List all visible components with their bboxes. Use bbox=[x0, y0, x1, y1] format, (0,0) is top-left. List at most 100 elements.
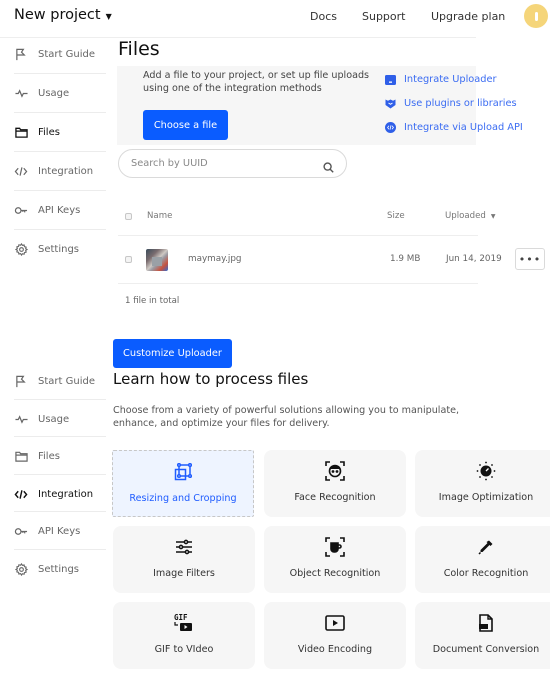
sidebar-item-label: Integration bbox=[38, 488, 94, 500]
api-icon bbox=[385, 122, 396, 133]
sidebar-item-settings[interactable]: Settings bbox=[14, 550, 106, 588]
file-name[interactable]: maymay.jpg bbox=[188, 254, 242, 264]
sidebar-item-integration[interactable]: Integration bbox=[14, 475, 106, 513]
select-all-checkbox[interactable] bbox=[125, 213, 132, 220]
choose-file-button[interactable]: Choose a file bbox=[143, 110, 228, 140]
gear-icon bbox=[14, 562, 28, 576]
gif-video-icon: GIF bbox=[113, 613, 255, 633]
code-icon bbox=[14, 487, 28, 501]
column-header-size[interactable]: Size bbox=[387, 211, 405, 221]
row-checkbox[interactable] bbox=[125, 256, 132, 263]
flag-icon bbox=[14, 47, 28, 61]
search-input[interactable] bbox=[131, 158, 323, 169]
search-icon[interactable] bbox=[323, 158, 334, 173]
sidebar-item-settings[interactable]: Settings bbox=[14, 230, 106, 268]
card-label: Video Encoding bbox=[297, 644, 373, 655]
sidebar-item-api-keys[interactable]: API Keys bbox=[14, 191, 106, 229]
card-resizing-cropping[interactable]: Resizing and Cropping bbox=[112, 450, 254, 517]
upgrade-plan-link[interactable]: Upgrade plan bbox=[431, 10, 505, 23]
docs-link[interactable]: Docs bbox=[310, 10, 337, 23]
file-size: 1.9 MB bbox=[390, 254, 421, 264]
learn-section-description: Choose from a variety of powerful soluti… bbox=[113, 405, 460, 429]
link-label: Use plugins or libraries bbox=[404, 98, 517, 109]
card-object-recognition[interactable]: Object Recognition bbox=[264, 526, 406, 593]
pulse-icon bbox=[14, 86, 28, 100]
card-label: Image Filters bbox=[153, 568, 215, 579]
sidebar-item-label: Usage bbox=[38, 87, 70, 99]
card-video-encoding[interactable]: Video Encoding bbox=[264, 602, 406, 669]
caret-down-icon: ▼ bbox=[105, 11, 112, 21]
play-icon bbox=[264, 613, 406, 633]
card-face-recognition[interactable]: Face Recognition bbox=[264, 450, 406, 517]
column-header-label: Uploaded bbox=[445, 211, 486, 221]
card-image-optimization[interactable]: Image Optimization bbox=[415, 450, 550, 517]
link-label: Integrate via Upload API bbox=[404, 122, 523, 133]
uploader-icon bbox=[385, 74, 396, 85]
face-icon bbox=[264, 461, 406, 481]
sidebar-item-api-keys[interactable]: API Keys bbox=[14, 512, 106, 550]
eyedropper-icon bbox=[415, 537, 550, 557]
column-header-name[interactable]: Name bbox=[147, 211, 172, 221]
project-selector[interactable]: New project ▼ bbox=[14, 7, 112, 23]
flag-icon bbox=[14, 374, 28, 388]
sidebar-item-label: Integration bbox=[38, 165, 94, 177]
sliders-icon bbox=[113, 537, 255, 557]
code-icon bbox=[14, 164, 28, 178]
card-gif-to-video[interactable]: GIF GIF to VIdeo bbox=[113, 602, 255, 669]
card-image-filters[interactable]: Image Filters bbox=[113, 526, 255, 593]
gear-icon bbox=[14, 242, 28, 256]
card-color-recognition[interactable]: Color Recognition bbox=[415, 526, 550, 593]
folder-icon bbox=[14, 125, 28, 139]
plugins-libraries-link[interactable]: Use plugins or libraries bbox=[385, 98, 517, 109]
card-label: Document Conversion bbox=[432, 644, 540, 655]
sidebar-item-label: Settings bbox=[38, 563, 80, 575]
page-title: Files bbox=[118, 38, 160, 60]
object-icon bbox=[264, 537, 406, 557]
sidebar-item-label: Start Guide bbox=[38, 48, 95, 60]
sidebar-item-label: Files bbox=[38, 126, 60, 138]
search-field[interactable] bbox=[118, 149, 347, 178]
document-icon bbox=[415, 613, 550, 633]
sidebar-item-label: Usage bbox=[38, 413, 70, 425]
optimize-icon bbox=[415, 461, 550, 481]
sidebar-item-label: API Keys bbox=[38, 204, 81, 216]
file-count: 1 file in total bbox=[125, 296, 180, 306]
sidebar-item-files[interactable]: Files bbox=[14, 437, 106, 475]
sidebar-item-label: Start Guide bbox=[38, 375, 95, 387]
key-icon bbox=[14, 524, 28, 538]
integrate-uploader-link[interactable]: Integrate Uploader bbox=[385, 74, 497, 85]
card-label: Object Recognition bbox=[289, 568, 381, 579]
avatar-initial bbox=[534, 11, 538, 21]
sidebar-item-start-guide[interactable]: Start Guide bbox=[14, 35, 106, 73]
key-icon bbox=[14, 203, 28, 217]
pulse-icon bbox=[14, 412, 28, 426]
upload-description: Add a file to your project, or set up fi… bbox=[143, 70, 370, 94]
learn-section-title: Learn how to process files bbox=[113, 370, 309, 388]
customize-uploader-button[interactable]: Customize Uploader bbox=[113, 339, 232, 368]
table-divider bbox=[118, 235, 478, 236]
card-label: GIF to VIdeo bbox=[154, 644, 214, 655]
support-link[interactable]: Support bbox=[362, 10, 405, 23]
folder-icon bbox=[14, 449, 28, 463]
crop-icon bbox=[113, 462, 253, 482]
card-label: Color Recognition bbox=[443, 568, 529, 579]
column-header-uploaded[interactable]: Uploaded ▼ bbox=[445, 211, 495, 221]
more-options-button[interactable]: ••• bbox=[515, 248, 545, 270]
card-label: Face Recognition bbox=[294, 492, 376, 503]
sidebar-item-start-guide[interactable]: Start Guide bbox=[14, 362, 106, 400]
sidebar-item-usage[interactable]: Usage bbox=[14, 400, 106, 438]
table-divider bbox=[118, 283, 478, 284]
svg-text:GIF: GIF bbox=[174, 613, 188, 622]
sidebar-item-integration[interactable]: Integration bbox=[14, 152, 106, 190]
sidebar-item-files[interactable]: Files bbox=[14, 113, 106, 151]
sidebar-item-usage[interactable]: Usage bbox=[14, 74, 106, 112]
top-header: New project ▼ Docs Support Upgrade plan bbox=[0, 0, 550, 38]
file-thumbnail bbox=[146, 249, 168, 271]
file-uploaded-date: Jun 14, 2019 bbox=[446, 254, 502, 264]
sidebar-item-label: Files bbox=[38, 450, 60, 462]
avatar[interactable] bbox=[524, 4, 548, 28]
upload-api-link[interactable]: Integrate via Upload API bbox=[385, 122, 523, 133]
sidebar-item-label: Settings bbox=[38, 243, 80, 255]
card-document-conversion[interactable]: Document Conversion bbox=[415, 602, 550, 669]
card-label: Image Optimization bbox=[438, 492, 534, 503]
